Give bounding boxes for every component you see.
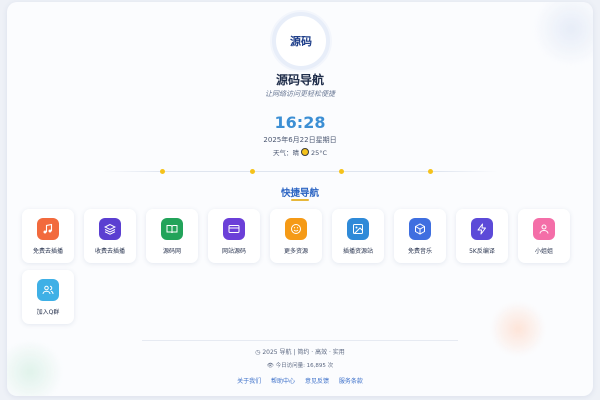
cube-icon [409, 218, 431, 240]
users-icon [37, 279, 59, 301]
nav-tile-website-source[interactable]: 网站源码 [208, 209, 260, 263]
nav-tile-paid-ad-removal[interactable]: 收费去插播 [84, 209, 136, 263]
nav-tile-free-ad-removal[interactable]: 免费去插播 [22, 209, 74, 263]
smile-icon [285, 218, 307, 240]
clock-time: 16:28 [274, 113, 326, 132]
layers-icon [99, 218, 121, 240]
eye-icon: 👁 [266, 363, 274, 369]
sun-icon [300, 148, 309, 156]
nav-tile-free-music[interactable]: 免费音乐 [394, 209, 446, 263]
nav-tile-label: 网站源码 [221, 248, 246, 255]
nav-tile-label: 加入Q群 [36, 309, 60, 316]
nav-tile-label: 收费去插播 [94, 248, 125, 255]
decor-blob-top-right [531, 2, 593, 64]
footer-link-help[interactable]: 帮助中心 [271, 378, 295, 385]
credit-card-icon [223, 218, 245, 240]
nav-tile-5k-decompile[interactable]: 5K反编译 [456, 209, 508, 263]
nav-tile-more-resources[interactable]: 更多资源 [270, 209, 322, 263]
nav-tile-xiaojiejie[interactable]: 小姐姐 [518, 209, 570, 263]
nav-tile-label: 更多资源 [283, 248, 308, 255]
music-note-icon [37, 218, 59, 240]
person-icon [533, 218, 555, 240]
weather-info: 天气：晴 25°C [7, 147, 593, 157]
weather-temp: 25°C [310, 149, 328, 157]
lightning-icon [471, 218, 493, 240]
clock-date: 2025年6月22日星期日 [263, 136, 337, 144]
logo-text: 源码 [290, 35, 312, 48]
nav-tile-label: 源码网 [162, 248, 181, 255]
nav-tile-ad-resource-site[interactable]: 插播资源站 [332, 209, 384, 263]
nav-tile-label: 小姐姐 [534, 248, 553, 255]
copyright-text: 2025 导航 | 简约 · 高效 · 实用 [262, 349, 345, 356]
footer-visits: 👁 今日访问量: 16,895 次 [7, 361, 593, 369]
nav-tile-source-site[interactable]: 源码网 [146, 209, 198, 263]
main-card: 源码 源码导航 让网络访问更轻松便捷 16:28 2025年6月22日星期日 天… [7, 2, 593, 396]
divider-dot [250, 169, 255, 174]
nav-tile-label: 5K反编译 [469, 248, 495, 255]
divider-dot [428, 169, 433, 174]
site-title: 源码导航 [275, 73, 324, 87]
quick-nav-title: 快捷导航 [280, 188, 319, 199]
nav-tile-join-qq-group[interactable]: 加入Q群 [22, 270, 74, 324]
image-icon [347, 218, 369, 240]
quick-nav-underline [291, 199, 309, 201]
footer-link-terms[interactable]: 服务条款 [339, 378, 363, 385]
site-subtitle: 让网络访问更轻松便捷 [265, 90, 335, 98]
book-open-icon [161, 218, 183, 240]
weather-label: 天气： [272, 149, 293, 157]
footer-link-about[interactable]: 关于我们 [237, 378, 261, 385]
nav-tile-label: 免费去插播 [32, 248, 63, 255]
weather-condition: 晴 [292, 149, 299, 157]
footer-copyright: ◷ 2025 导航 | 简约 · 高效 · 实用 [7, 347, 593, 356]
visits-text: 今日访问量: 16,895 次 [275, 363, 334, 369]
clock-icon: ◷ [255, 349, 261, 356]
site-logo[interactable]: 源码 [272, 12, 330, 70]
footer-divider [142, 340, 458, 341]
footer-links: 关于我们 帮助中心 意见反馈 服务条款 [7, 376, 593, 385]
nav-tile-label: 插播资源站 [342, 248, 373, 255]
divider-dot [160, 169, 165, 174]
nav-tile-label: 免费音乐 [407, 248, 432, 255]
divider-dot [339, 169, 344, 174]
footer-link-feedback[interactable]: 意见反馈 [305, 378, 329, 385]
